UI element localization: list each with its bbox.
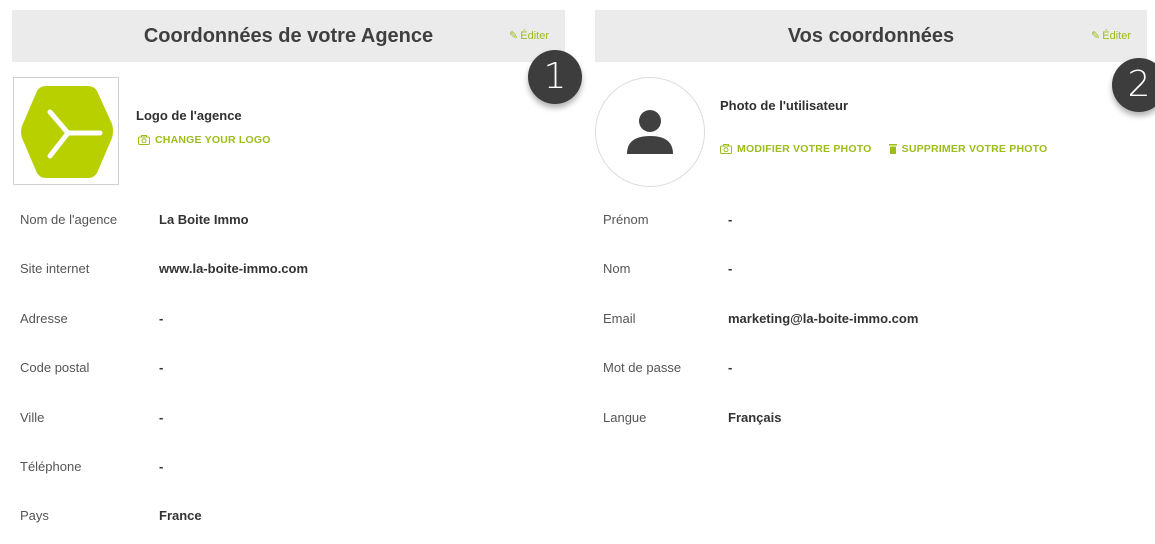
user-edit-button[interactable]: ✎ Éditer — [1091, 10, 1131, 62]
field-value: - — [159, 360, 164, 376]
agency-panel-title: Coordonnées de votre Agence — [143, 25, 434, 47]
modify-photo-label: MODIFIER VOTRE PHOTO — [737, 143, 872, 155]
field-value: marketing@la-boite-immo.com — [728, 310, 919, 326]
field-value: La Boite Immo — [159, 212, 249, 227]
user-panel-title: Vos coordonnées — [787, 25, 955, 47]
field-value: - — [728, 212, 733, 227]
field-label: Email — [603, 310, 636, 326]
logo-actions: CHANGE YOUR LOGO — [138, 134, 285, 148]
user-edit-label: Éditer — [1102, 30, 1131, 42]
field-value: - — [159, 310, 164, 326]
user-info-panel: Vos coordonnées ✎ Éditer — [595, 0, 1147, 62]
delete-photo-label: SUPPRIMER VOTRE PHOTO — [901, 143, 1048, 155]
field-label: Nom — [603, 261, 631, 277]
agency-info-panel: Coordonnées de votre Agence ✎ Éditer — [12, 0, 565, 62]
delete-photo-button[interactable]: SUPPRIMER VOTRE PHOTO — [888, 143, 1048, 157]
logo-section-title: Logo de l'agence — [136, 108, 242, 123]
trash-icon — [888, 144, 897, 157]
field-value: France — [159, 508, 202, 524]
change-logo-label: CHANGE YOUR LOGO — [155, 134, 271, 146]
field-label: Code postal — [20, 360, 90, 376]
field-value: www.la-boite-immo.com — [159, 261, 309, 277]
camera-icon — [138, 135, 150, 148]
photo-section-title: Photo de l'utilisateur — [720, 98, 849, 113]
user-avatar — [595, 77, 705, 187]
field-value: - — [728, 360, 733, 376]
field-label: Langue — [603, 409, 647, 425]
field-label: Pays — [20, 508, 49, 524]
field-value: - — [159, 458, 164, 474]
field-label: Téléphone — [20, 458, 82, 474]
field-label: Ville — [20, 409, 45, 425]
agency-logo — [13, 77, 119, 185]
user-silhouette-icon — [627, 110, 673, 154]
field-label: Adresse — [20, 310, 68, 326]
change-logo-button[interactable]: CHANGE YOUR LOGO — [138, 134, 271, 148]
step-badge-2: 2 — [1112, 58, 1155, 112]
pencil-icon: ✎ — [1091, 30, 1101, 42]
pencil-icon: ✎ — [509, 30, 519, 42]
modify-photo-button[interactable]: MODIFIER VOTRE PHOTO — [720, 143, 871, 157]
hexagon-logo — [21, 86, 113, 178]
agency-panel-header: Coordonnées de votre Agence ✎ Éditer — [12, 10, 565, 62]
field-label: Nom de l'agence — [20, 212, 118, 227]
field-label: Site internet — [20, 261, 90, 277]
user-panel-header: Vos coordonnées ✎ Éditer — [595, 10, 1147, 62]
field-label: Mot de passe — [603, 360, 682, 376]
field-value: - — [159, 409, 164, 425]
field-value: Français — [728, 409, 782, 425]
photo-actions: MODIFIER VOTRE PHOTO SUPPRIMER VOTRE PHO… — [720, 143, 1061, 157]
camera-icon — [720, 144, 732, 157]
step-badge-1: 1 — [528, 50, 582, 104]
field-value: - — [728, 261, 733, 277]
field-label: Prénom — [603, 212, 649, 227]
agency-edit-label: Éditer — [520, 30, 549, 42]
